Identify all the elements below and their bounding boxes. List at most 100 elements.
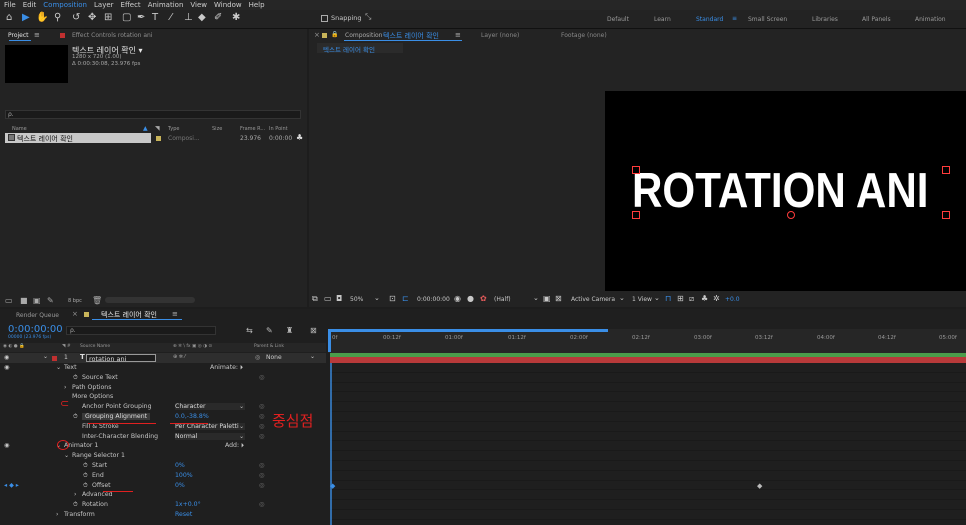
expression-pickwhip-icon[interactable]: ◎	[259, 423, 264, 430]
rectangle-tool-icon[interactable]: ▢	[122, 12, 131, 23]
property-value[interactable]: 1x+0.0°	[175, 501, 201, 508]
keyframe-navigator[interactable]: ◂ ◆ ▸	[4, 482, 19, 489]
workspace-default[interactable]: Default	[607, 16, 629, 23]
pickwhip-icon[interactable]: ◎	[255, 354, 260, 361]
exposure-value[interactable]: +0.0	[725, 296, 740, 303]
timeline-search-input[interactable]: ρ.	[66, 326, 216, 335]
home-icon[interactable]: ⌂	[6, 12, 12, 23]
menu-effect[interactable]: Effect	[121, 1, 141, 9]
rotate-tool-icon[interactable]: ↺	[72, 12, 80, 23]
project-tab[interactable]: Project	[8, 32, 29, 39]
dropdown-chevron-icon[interactable]: ⌄	[239, 403, 244, 410]
view-dropdown-icon[interactable]: ⌄	[654, 294, 660, 302]
workspace-learn[interactable]: Learn	[654, 16, 671, 23]
layer-label-color[interactable]	[52, 356, 57, 361]
output-icon[interactable]: ◘	[336, 294, 342, 303]
twirl-icon[interactable]: ⌄	[56, 364, 61, 371]
menu-animation[interactable]: Animation	[148, 1, 184, 9]
viewer-menu-icon[interactable]: ≡	[455, 31, 461, 39]
snap-options-icon[interactable]: ⤡	[365, 12, 371, 22]
timeline-icon[interactable]: ⧄	[689, 294, 694, 304]
comp-mini-flowchart-icon[interactable]: ⇆	[246, 326, 253, 335]
current-timecode[interactable]: 0:00:00:00	[8, 324, 63, 335]
workspace-menu-icon[interactable]: ≡	[732, 15, 737, 22]
expression-pickwhip-icon[interactable]: ◎	[259, 472, 264, 479]
view-layout[interactable]: 1 View	[632, 296, 652, 303]
layer-tab[interactable]: Layer (none)	[481, 32, 519, 39]
fast-previews-icon[interactable]: ⊞	[677, 294, 684, 303]
layer-row[interactable]: ◉ ⌄ 1 T rotation ani ⊕ ✲ ⁄ ◎ None ⌄	[0, 353, 326, 363]
property-value[interactable]: 0%	[175, 482, 185, 489]
property-track[interactable]	[330, 422, 966, 432]
draft-3d-icon[interactable]: ✎	[266, 326, 273, 335]
property-visibility-icon[interactable]: ◉	[4, 442, 9, 449]
new-comp-icon[interactable]: ▣	[33, 296, 41, 305]
stopwatch-icon[interactable]: ⏱	[73, 501, 78, 509]
property-track[interactable]	[330, 461, 966, 471]
property-value[interactable]: 0%	[175, 462, 185, 469]
parent-link-header[interactable]: Parent & Link	[254, 344, 284, 349]
property-track[interactable]	[330, 481, 966, 491]
source-name-header[interactable]: Source Name	[80, 344, 110, 349]
pan-behind-icon[interactable]: ⊞	[104, 12, 112, 23]
anchor-point-handle[interactable]	[787, 211, 795, 219]
viewer-time[interactable]: 0:00:00:00	[417, 296, 450, 303]
comp-subtab[interactable]: 텍스트 레이어 확인	[317, 43, 403, 54]
resolution-dropdown-icon[interactable]: ⌄	[533, 294, 539, 302]
property-row[interactable]: ⌄ Range Selector 1	[0, 451, 326, 461]
property-track[interactable]	[330, 402, 966, 412]
eraser-tool-icon[interactable]: ◆	[198, 12, 206, 23]
effect-controls-tab[interactable]: Effect Controls rotation ani	[72, 32, 152, 39]
timeline-menu-icon[interactable]: ≡	[172, 310, 178, 318]
expression-pickwhip-icon[interactable]: ◎	[259, 403, 264, 410]
property-row[interactable]: ⏱ Source Text ◎	[0, 373, 326, 383]
bbox-handle-br[interactable]	[942, 211, 950, 219]
exposure-icon[interactable]: ✲	[713, 294, 720, 303]
canvas-text[interactable]: ROTATION ANI	[632, 163, 929, 219]
property-value[interactable]: Reset	[175, 511, 192, 518]
menu-file[interactable]: File	[4, 1, 16, 9]
sort-up-icon[interactable]: ▲	[143, 125, 148, 132]
footage-tab[interactable]: Footage (none)	[561, 32, 607, 39]
selection-tool-icon[interactable]: ▶	[22, 12, 30, 23]
stopwatch-icon[interactable]: ⏱	[73, 374, 78, 382]
interpret-footage-icon[interactable]: ▭	[5, 296, 13, 305]
new-folder-icon[interactable]: ■	[20, 296, 28, 305]
bbox-handle-tr[interactable]	[942, 166, 950, 174]
layer-expand-icon[interactable]: ⌄	[43, 353, 48, 360]
layer-duration-bar[interactable]	[330, 357, 966, 363]
brush-tool-icon[interactable]: ⁄	[170, 12, 172, 23]
col-size[interactable]: Size	[212, 126, 222, 132]
transparency-grid-icon[interactable]: ⊠	[555, 294, 562, 303]
show-snapshot-icon[interactable]: ●	[467, 294, 474, 303]
expression-pickwhip-icon[interactable]: ◎	[259, 413, 264, 420]
property-track[interactable]	[330, 363, 966, 373]
project-search-input[interactable]: ρ.	[5, 110, 301, 119]
property-track[interactable]	[330, 451, 966, 461]
shy-icon[interactable]: ♜	[286, 326, 293, 335]
pen-tool-icon[interactable]: ✒	[137, 12, 145, 23]
workspace-libraries[interactable]: Libraries	[812, 16, 838, 23]
expression-pickwhip-icon[interactable]: ◎	[259, 482, 264, 489]
expression-pickwhip-icon[interactable]: ◎	[259, 374, 264, 381]
safe-area-icon[interactable]: ⊏	[402, 294, 409, 303]
property-row[interactable]: ◂ ◆ ▸ ⏱ Offset 0% ◎	[0, 481, 326, 491]
camera-dropdown-icon[interactable]: ⌄	[619, 294, 625, 302]
property-row[interactable]: ◉ ⌄ Text Animate: ⏵	[0, 363, 326, 373]
camera-tool-icon[interactable]: ✥	[88, 12, 96, 23]
menu-help[interactable]: Help	[249, 1, 265, 9]
parent-dropdown-icon[interactable]: ⌄	[310, 353, 315, 360]
bbox-handle-bl[interactable]	[632, 211, 640, 219]
property-visibility-icon[interactable]: ◉	[4, 364, 9, 371]
playhead[interactable]	[328, 332, 331, 352]
property-row[interactable]: › Advanced	[0, 490, 326, 500]
expression-pickwhip-icon[interactable]: ◎	[259, 462, 264, 469]
property-value[interactable]: 100%	[175, 472, 193, 479]
layer-switches[interactable]: ⊕ ✲ ⁄	[173, 354, 185, 360]
property-row[interactable]: ◉ ⌄ Animator 1 Add: ⏵	[0, 441, 326, 451]
layer-name-field[interactable]: rotation ani	[86, 354, 156, 363]
bbox-handle-tl[interactable]	[632, 166, 640, 174]
trash-icon[interactable]: 🗑	[92, 296, 102, 305]
property-value[interactable]: Character	[175, 403, 245, 411]
type-tool-icon[interactable]: T	[152, 12, 158, 23]
